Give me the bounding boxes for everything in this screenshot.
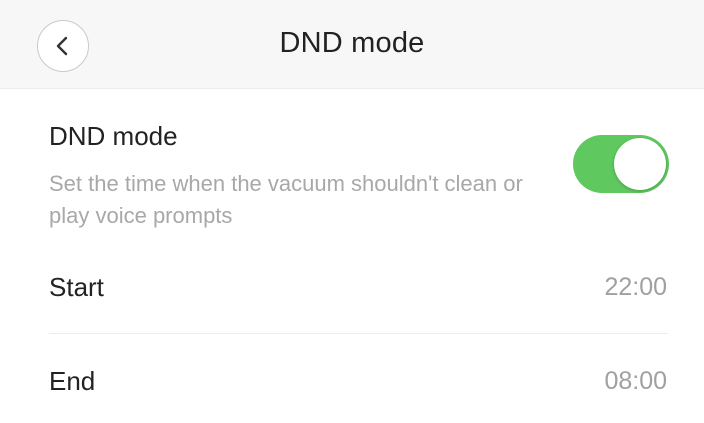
row-divider: [49, 333, 668, 334]
toggle-knob: [614, 138, 666, 190]
dnd-mode-toggle[interactable]: [573, 135, 669, 193]
end-time-row[interactable]: End 08:00: [0, 336, 704, 423]
dnd-settings-screen: DND mode DND mode Set the time when the …: [0, 0, 704, 423]
start-time-row[interactable]: Start 22:00: [0, 242, 704, 334]
start-time-label: Start: [49, 272, 104, 302]
end-time-value: 08:00: [604, 367, 667, 395]
page-title: DND mode: [279, 27, 425, 59]
dnd-mode-label: DND mode: [49, 121, 178, 151]
start-time-value: 22:00: [604, 273, 667, 301]
end-time-label: End: [49, 366, 96, 396]
dnd-mode-row: DND mode Set the time when the vacuum sh…: [0, 88, 704, 238]
dnd-mode-description: Set the time when the vacuum shouldn't c…: [49, 171, 523, 228]
header-bar: DND mode: [0, 0, 704, 89]
